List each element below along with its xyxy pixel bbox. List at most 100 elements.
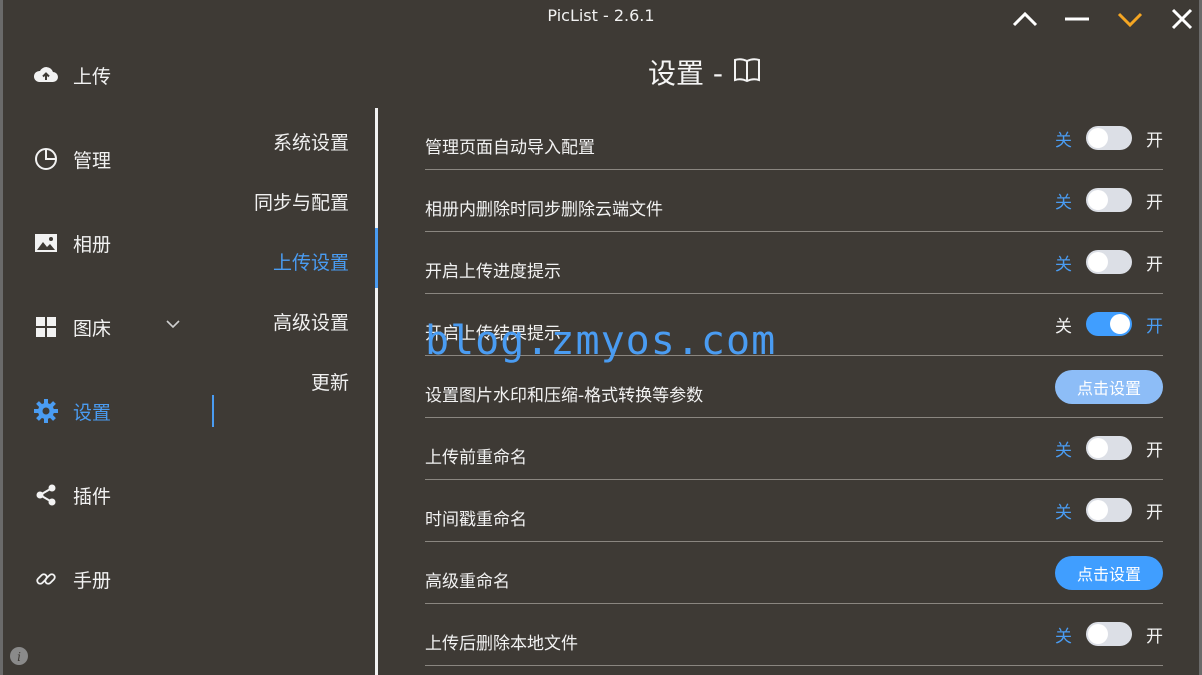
tab-advanced-settings[interactable]: 高级设置 [273, 308, 349, 335]
switch-on-label: 开 [1146, 130, 1163, 151]
sidebar-item-label: 手册 [73, 569, 112, 592]
close-button[interactable] [1167, 6, 1197, 32]
switch-off-label: 关 [1055, 626, 1072, 647]
sidebar-item-gallery[interactable]: 相册 [33, 223, 203, 263]
miniwindow-button[interactable] [1115, 6, 1145, 32]
gear-icon [33, 398, 59, 424]
setting-switch-group: 关 开 [1055, 622, 1163, 647]
switch-on-label: 开 [1146, 254, 1163, 275]
toggle-knob [1088, 500, 1108, 520]
toggle-knob [1088, 624, 1108, 644]
minimize-icon [1065, 17, 1089, 21]
switch-off-label: 关 [1055, 254, 1072, 275]
tab-sync-config[interactable]: 同步与配置 [254, 188, 349, 215]
setting-switch-group: 关 开 [1055, 436, 1163, 461]
svg-text:i: i [17, 650, 21, 664]
setting-switch-group: 关 开 [1055, 498, 1163, 523]
title-bar: PicList - 2.6.1 [0, 0, 1202, 34]
switch-off-label: 关 [1055, 192, 1072, 213]
close-icon [1171, 8, 1193, 30]
sidebar-item-label: 图床 [73, 317, 112, 340]
setting-row: 上传前重命名 关 开 [425, 418, 1163, 480]
share-icon [33, 482, 59, 508]
minimize-button[interactable] [1062, 6, 1092, 32]
book-icon[interactable] [733, 57, 761, 87]
toggle-knob [1088, 438, 1108, 458]
tab-update[interactable]: 更新 [311, 368, 349, 395]
sidebar-item-label: 管理 [73, 149, 112, 172]
toggle-knob [1088, 252, 1108, 272]
settings-subnav: 系统设置 同步与配置 上传设置 高级设置 更新 [215, 108, 375, 675]
setting-row: 高级重命名 点击设置 [425, 542, 1163, 604]
info-icon[interactable]: i [10, 647, 28, 665]
setting-row: 开启上传结果提示 关 开 [425, 294, 1163, 356]
switch-off-label: 关 [1055, 316, 1072, 337]
setting-toggle[interactable] [1086, 436, 1132, 460]
setting-toggle[interactable] [1086, 250, 1132, 274]
sidebar-item-label: 相册 [73, 233, 112, 256]
sidebar-item-label: 设置 [73, 401, 112, 424]
tab-upload-settings[interactable]: 上传设置 [273, 248, 349, 275]
switch-on-label: 开 [1146, 440, 1163, 461]
setting-label: 开启上传进度提示 [425, 262, 561, 282]
setting-row: 设置图片水印和压缩-格式转换等参数 点击设置 [425, 356, 1163, 418]
setting-label: 设置图片水印和压缩-格式转换等参数 [425, 386, 704, 406]
setting-label: 时间戳重命名 [425, 510, 527, 530]
setting-row: 时间戳重命名 关 开 [425, 480, 1163, 542]
chevron-down-icon [166, 320, 180, 329]
setting-toggle[interactable] [1086, 622, 1132, 646]
setting-label: 管理页面自动导入配置 [425, 138, 595, 158]
switch-off-label: 关 [1055, 130, 1072, 151]
setting-label: 相册内删除时同步删除云端文件 [425, 200, 663, 220]
link-icon [33, 566, 59, 592]
switch-on-label: 开 [1146, 192, 1163, 213]
sidebar-item-picbed[interactable]: 图床 [33, 307, 203, 347]
switch-on-label: 开 [1146, 316, 1163, 337]
setting-toggle[interactable] [1086, 312, 1132, 336]
sidebar-item-manage[interactable]: 管理 [33, 139, 203, 179]
settings-list: 管理页面自动导入配置 关 开 相册内删除时同步删除云端文件 关 开 开启上传进度… [425, 108, 1163, 675]
setting-row: 相册内删除时同步删除云端文件 关 开 [425, 170, 1163, 232]
cloud-upload-icon [33, 62, 59, 88]
miniwindow-down-icon [1117, 12, 1143, 27]
pie-chart-icon [33, 146, 59, 172]
watermark-settings-button[interactable]: 点击设置 [1055, 370, 1163, 404]
toggle-knob [1088, 128, 1108, 148]
setting-toggle[interactable] [1086, 126, 1132, 150]
switch-off-label: 关 [1055, 440, 1072, 461]
setting-toggle[interactable] [1086, 498, 1132, 522]
setting-switch-group: 关 开 [1055, 126, 1163, 151]
switch-on-label: 开 [1146, 502, 1163, 523]
collapse-up-icon [1012, 11, 1038, 27]
advanced-rename-button[interactable]: 点击设置 [1055, 556, 1163, 590]
setting-label: 开启上传结果提示 [425, 324, 561, 344]
sidebar-item-plugins[interactable]: 插件 [33, 475, 203, 515]
setting-row: 开启上传进度提示 关 开 [425, 232, 1163, 294]
toggle-knob [1110, 314, 1130, 334]
toggle-knob [1088, 190, 1108, 210]
switch-off-label: 关 [1055, 502, 1072, 523]
setting-switch-group: 关 开 [1055, 250, 1163, 275]
page-title: 设置 - [648, 52, 888, 92]
picture-icon [33, 230, 59, 256]
sidebar: 上传 管理 相册 图床 设置 插件 手册 i [3, 34, 214, 675]
switch-on-label: 开 [1146, 626, 1163, 647]
sidebar-active-indicator [212, 395, 214, 427]
collapse-button[interactable] [1010, 6, 1040, 32]
setting-switch-group: 关 开 [1055, 188, 1163, 213]
app-window: PicList - 2.6.1 上传 管理 相册 图床 设置 插件 手册 i 设… [0, 0, 1202, 675]
setting-toggle[interactable] [1086, 188, 1132, 212]
setting-label: 上传前重命名 [425, 448, 527, 468]
grid-icon [33, 314, 59, 340]
subnav-active-indicator [375, 228, 378, 288]
subnav-divider [375, 108, 378, 675]
setting-label: 高级重命名 [425, 572, 510, 592]
sidebar-item-manual[interactable]: 手册 [33, 559, 203, 599]
page-title-text: 设置 - [648, 57, 724, 90]
sidebar-item-settings[interactable]: 设置 [33, 391, 203, 431]
sidebar-item-upload[interactable]: 上传 [33, 55, 203, 95]
tab-system-settings[interactable]: 系统设置 [273, 128, 349, 155]
sidebar-item-label: 插件 [73, 485, 112, 508]
sidebar-item-label: 上传 [73, 65, 112, 88]
setting-row: 管理页面自动导入配置 关 开 [425, 108, 1163, 170]
